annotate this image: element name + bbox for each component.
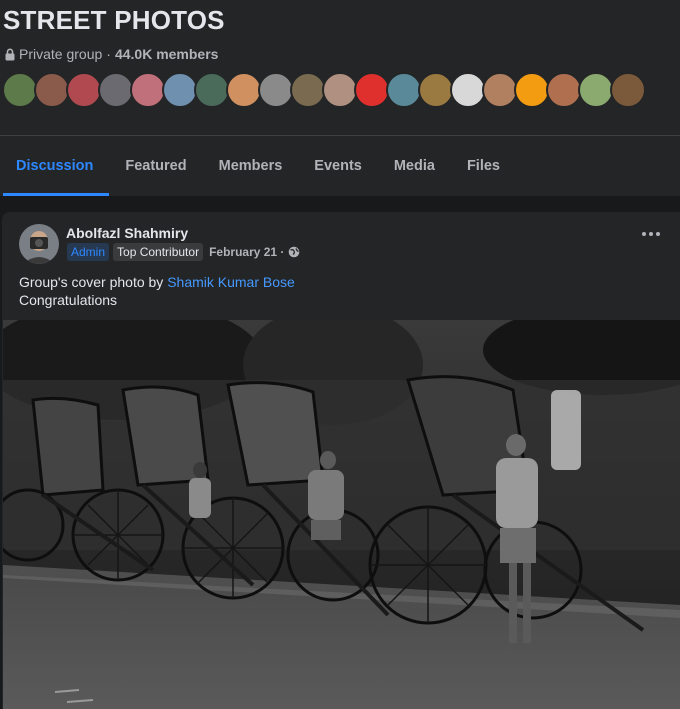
globe-icon — [289, 246, 300, 258]
group-tabs: Discussion Featured Members Events Media File… — [0, 136, 516, 196]
member-avatar[interactable] — [514, 72, 550, 108]
meta-separator: · — [106, 46, 111, 62]
post-text-line2: Congratulations — [19, 292, 118, 308]
more-options-icon[interactable] — [642, 232, 660, 238]
member-avatars — [2, 72, 646, 110]
author-badges: Admin Top Contributor February 21 · — [67, 243, 300, 261]
member-avatar[interactable] — [482, 72, 518, 108]
member-avatar[interactable] — [354, 72, 390, 108]
member-avatar[interactable] — [290, 72, 326, 108]
member-avatar[interactable] — [610, 72, 646, 108]
member-avatar[interactable] — [578, 72, 614, 108]
post-text-prefix: Group's cover photo by — [19, 274, 164, 290]
tab-discussion[interactable]: Discussion — [0, 136, 110, 196]
member-avatar[interactable] — [226, 72, 262, 108]
member-avatar[interactable] — [2, 72, 38, 108]
tab-members[interactable]: Members — [203, 136, 299, 196]
author-avatar[interactable] — [19, 224, 59, 264]
post-text: Group's cover photo by Shamik Kumar Bose… — [19, 273, 295, 309]
tab-files[interactable]: Files — [451, 136, 516, 196]
group-title[interactable]: STREET PHOTOS — [3, 5, 225, 36]
privacy-label: Private group — [19, 46, 103, 62]
post-date[interactable]: February 21 · — [209, 245, 284, 259]
member-avatar[interactable] — [66, 72, 102, 108]
member-avatar[interactable] — [546, 72, 582, 108]
author-name[interactable]: Abolfazl Shahmiry — [66, 225, 188, 241]
tab-events[interactable]: Events — [298, 136, 378, 196]
member-avatar[interactable] — [162, 72, 198, 108]
post-card: Abolfazl Shahmiry Admin Top Contributor … — [2, 212, 680, 709]
top-contributor-badge[interactable]: Top Contributor — [113, 243, 204, 261]
member-avatar[interactable] — [98, 72, 134, 108]
member-avatar[interactable] — [34, 72, 70, 108]
tab-media[interactable]: Media — [378, 136, 451, 196]
member-avatar[interactable] — [450, 72, 486, 108]
member-avatar[interactable] — [386, 72, 422, 108]
cover-photo[interactable] — [3, 320, 680, 709]
member-count[interactable]: 44.0K members — [115, 46, 219, 62]
member-avatar[interactable] — [322, 72, 358, 108]
member-avatar[interactable] — [418, 72, 454, 108]
group-meta: Private group · 44.0K members — [4, 46, 218, 62]
member-avatar[interactable] — [258, 72, 294, 108]
photographer-link[interactable]: Shamik Kumar Bose — [167, 274, 295, 290]
member-avatar[interactable] — [130, 72, 166, 108]
tab-featured[interactable]: Featured — [109, 136, 202, 196]
admin-badge: Admin — [67, 243, 110, 261]
group-header: STREET PHOTOS Private group · 44.0K memb… — [0, 0, 680, 196]
member-avatar[interactable] — [194, 72, 230, 108]
lock-icon — [5, 48, 15, 60]
